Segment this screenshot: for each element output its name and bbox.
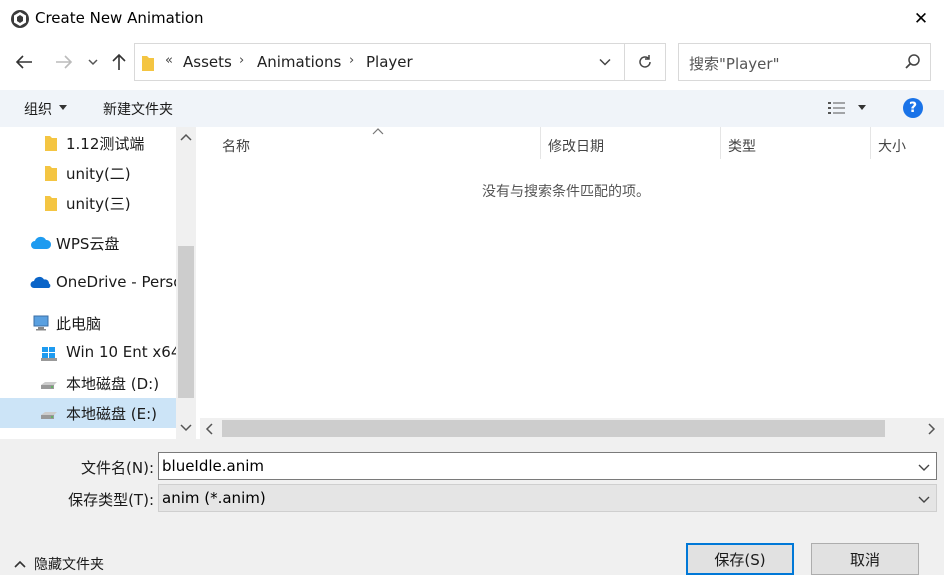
recent-locations-button[interactable] [84,52,102,72]
window-title: Create New Animation [35,9,204,27]
sidebar-item-this-pc[interactable]: 此电脑 [0,308,176,338]
sidebar-item-label: OneDrive - Perso [56,273,176,291]
breadcrumb-separator-icon: › [239,53,245,68]
filename-label: 文件名(N): [81,459,154,477]
save-button[interactable]: 保存(S) [686,543,794,575]
sidebar-scrollbar-thumb[interactable] [178,246,194,398]
back-button[interactable] [12,50,36,74]
refresh-icon [638,55,651,68]
column-header-size[interactable]: 大小 [878,136,906,156]
forward-button[interactable] [52,50,76,74]
arrow-up-icon [112,53,126,70]
caret-down-icon [59,105,67,110]
breadcrumb-separator-icon: › [349,53,355,68]
arrow-right-icon [56,55,73,69]
sidebar-item-label: 本地磁盘 (D:) [66,375,160,393]
file-list[interactable]: 名称 修改日期 类型 大小 [196,127,944,439]
sidebar-item-label: unity(二) [66,165,131,183]
sidebar-item-folder-3[interactable]: unity(三) [0,188,176,218]
sidebar-item-label: WPS云盘 [56,235,120,253]
filename-field[interactable]: blueIdle.anim [158,452,937,480]
cloud-icon [31,236,52,249]
disk-icon [41,412,57,419]
filetype-select[interactable]: anim (*.anim) [158,484,937,512]
sort-ascending-icon [372,128,384,135]
scroll-left-icon[interactable] [205,423,213,435]
sidebar-item-folder-2[interactable]: unity(二) [0,158,176,188]
sidebar-item-folder-1[interactable]: 1.12测试端 [0,128,176,158]
filetype-label: 保存类型(T): [68,491,154,509]
horizontal-scrollbar-thumb[interactable] [222,420,885,437]
hide-folders-label: 隐藏文件夹 [34,557,104,573]
search-input[interactable]: 搜索"Player" [689,53,779,74]
hide-folders-toggle[interactable]: 隐藏文件夹 [14,554,104,574]
breadcrumb-overflow[interactable]: « [165,53,173,68]
sidebar-item-onedrive[interactable]: OneDrive - Perso [0,268,176,298]
empty-message: 没有与搜索条件匹配的项。 [482,184,650,200]
caret-down-icon[interactable] [858,105,866,110]
scroll-down-icon[interactable] [180,424,192,432]
column-header-type[interactable]: 类型 [728,136,756,156]
folder-icon [142,56,154,71]
sidebar-item-label: 1.12测试端 [66,135,145,153]
sidebar-item-win10-drive[interactable]: Win 10 Ent x64 [0,338,176,368]
column-divider[interactable] [540,127,541,159]
chevron-down-icon [88,59,98,66]
view-options-icon[interactable] [828,101,846,115]
column-divider[interactable] [720,127,721,159]
chevron-down-icon [599,58,611,66]
chevron-down-icon[interactable] [918,461,930,473]
close-icon: ✕ [913,9,929,29]
unity-logo-icon [10,9,30,29]
filetype-value: anim (*.anim) [162,489,266,507]
folder-icon [45,166,57,181]
column-header-name[interactable]: 名称 [222,136,250,156]
column-divider[interactable] [870,127,871,159]
address-history-dropdown[interactable] [585,43,625,81]
disk-icon [41,382,57,389]
search-icon[interactable] [904,53,922,71]
chevron-down-icon[interactable] [918,493,930,505]
breadcrumb-assets[interactable]: Assets [183,53,232,71]
folder-icon [45,196,57,211]
breadcrumb-player[interactable]: Player [366,53,413,71]
sidebar-item-label: unity(三) [66,195,131,213]
folder-icon [45,136,57,151]
sidebar-item-label: Win 10 Ent x64 [66,343,176,361]
search-box[interactable]: 搜索"Player" [678,43,931,81]
arrow-left-icon [15,55,32,69]
cancel-button[interactable]: 取消 [811,543,919,575]
computer-icon [33,315,49,331]
up-button[interactable] [108,50,130,74]
scroll-up-icon[interactable] [180,133,192,141]
windows-drive-icon [41,347,57,361]
navigation-pane: 1.12测试端 unity(二) unity(三) WPS云盘 OneDrive… [0,127,196,439]
sidebar-item-label: 本地磁盘 (E:) [66,405,158,423]
help-icon[interactable]: ? [903,98,923,118]
sidebar-item-label: 此电脑 [56,315,102,333]
scroll-right-icon[interactable] [928,423,936,435]
new-folder-button[interactable]: 新建文件夹 [103,99,173,119]
sidebar-item-disk-e[interactable]: 本地磁盘 (E:) [0,398,176,428]
close-button[interactable]: ✕ [898,0,944,38]
onedrive-icon [30,276,51,288]
sidebar-item-disk-d[interactable]: 本地磁盘 (D:) [0,368,176,398]
address-bar[interactable]: « Assets › Animations › Player [134,43,625,81]
sidebar-item-wps-cloud[interactable]: WPS云盘 [0,228,176,258]
column-header-modified[interactable]: 修改日期 [548,136,604,156]
chevron-up-icon [14,560,26,568]
breadcrumb-animations[interactable]: Animations [257,53,341,71]
refresh-button[interactable] [624,43,666,81]
organize-menu[interactable]: 组织 [24,99,52,119]
filename-input[interactable]: blueIdle.anim [162,457,264,475]
